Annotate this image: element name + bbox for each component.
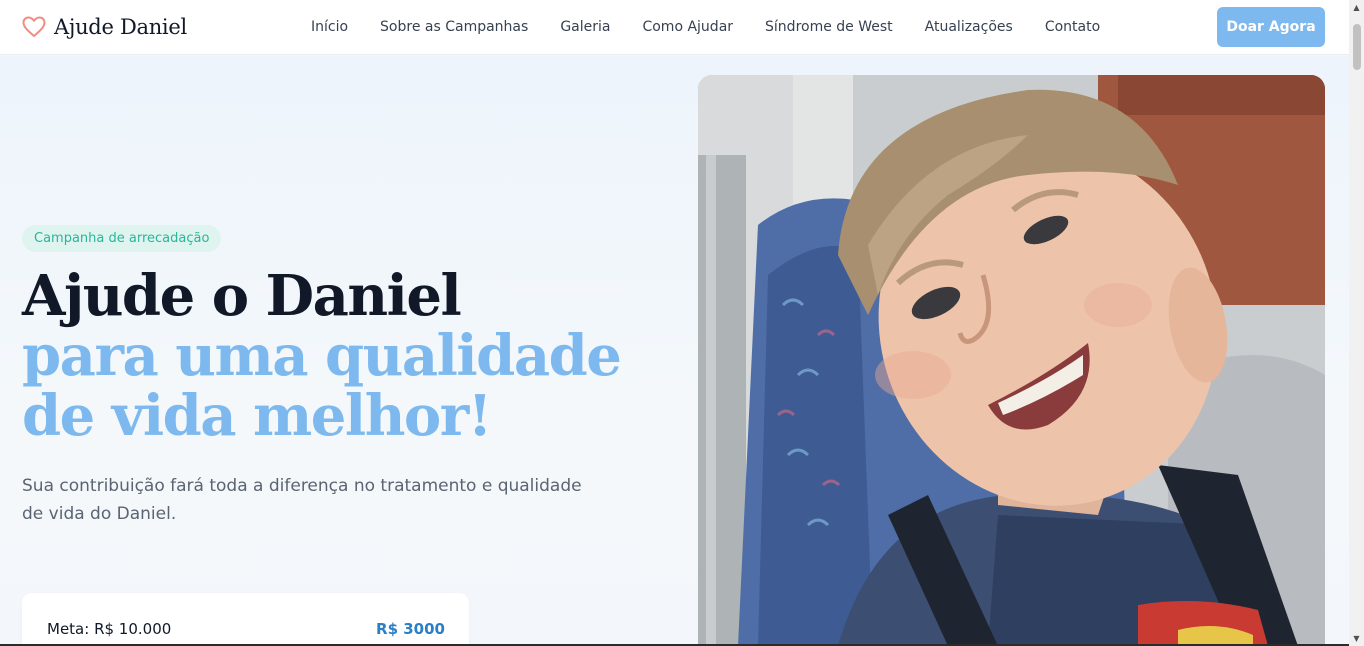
- hero-title-line1: Ajude o Daniel: [22, 263, 462, 329]
- scrollbar-thumb[interactable]: [1353, 24, 1361, 70]
- brand-name: Ajude Daniel: [54, 15, 187, 39]
- nav-item-sindrome-west[interactable]: Síndrome de West: [765, 18, 893, 36]
- main-nav: Início Sobre as Campanhas Galeria Como A…: [311, 18, 1100, 36]
- heart-icon: [22, 16, 46, 37]
- nav-item-inicio[interactable]: Início: [311, 18, 348, 36]
- arrow-down-icon[interactable]: ▼: [1349, 631, 1364, 646]
- child-portrait-image: [698, 75, 1325, 646]
- donate-button[interactable]: Doar Agora: [1217, 7, 1325, 47]
- campaign-badge: Campanha de arrecadação: [22, 225, 222, 252]
- site-header: Ajude Daniel Início Sobre as Campanhas G…: [0, 0, 1349, 55]
- brand-logo[interactable]: Ajude Daniel: [22, 12, 187, 42]
- page-scrollbar[interactable]: ▲ ▼: [1349, 0, 1364, 646]
- hero-title-line2: para uma qualidade de vida melhor!: [22, 323, 622, 449]
- goal-card: Meta: R$ 10.000 R$ 3000: [22, 593, 469, 646]
- nav-item-atualizacoes[interactable]: Atualizações: [925, 18, 1013, 36]
- nav-item-como-ajudar[interactable]: Como Ajudar: [642, 18, 733, 36]
- nav-item-galeria[interactable]: Galeria: [560, 18, 610, 36]
- nav-item-contato[interactable]: Contato: [1045, 18, 1100, 36]
- goal-raised-amount: R$ 3000: [376, 620, 445, 638]
- goal-label: Meta: R$ 10.000: [47, 620, 172, 638]
- hero-title: Ajude o Daniel para uma qualidade de vid…: [22, 266, 682, 446]
- arrow-up-icon[interactable]: ▲: [1349, 0, 1364, 15]
- hero-subtitle: Sua contribuição fará toda a diferença n…: [22, 476, 582, 524]
- nav-item-sobre-campanhas[interactable]: Sobre as Campanhas: [380, 18, 528, 36]
- hero-photo: [698, 75, 1325, 646]
